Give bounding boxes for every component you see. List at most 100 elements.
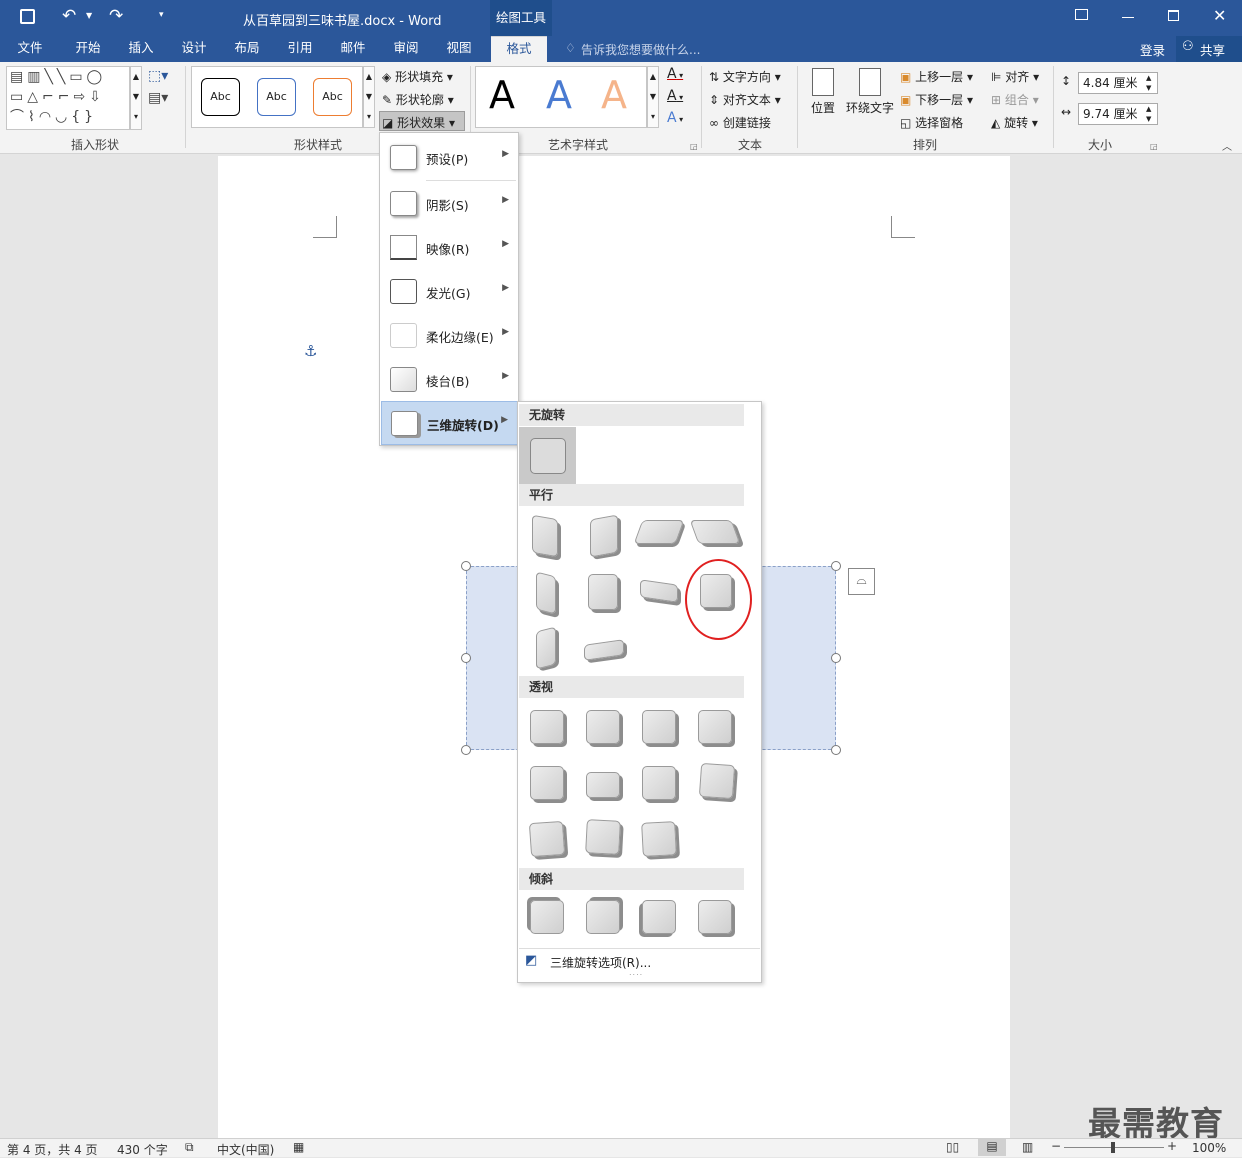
undo-icon[interactable]: ↶ bbox=[62, 6, 76, 26]
oblique-rotation-option[interactable] bbox=[530, 900, 564, 934]
customize-qat-icon[interactable]: ▾ bbox=[159, 10, 164, 20]
wordart-scroll-icon[interactable]: ▲ ▼ ▾ bbox=[647, 66, 659, 128]
tell-me-search[interactable]: 告诉我您想要做什么... bbox=[581, 41, 700, 58]
undo-dropdown-icon[interactable]: ▼ bbox=[86, 11, 92, 20]
menu-item-soft-edges[interactable]: 柔化边缘(E) ▶ bbox=[381, 314, 518, 356]
selection-pane-button[interactable]: ◱ 选择窗格 bbox=[900, 114, 963, 131]
shape-style-black[interactable]: Abc bbox=[201, 78, 240, 116]
maximize-icon[interactable] bbox=[1168, 10, 1179, 21]
save-icon[interactable] bbox=[20, 9, 35, 24]
perspective-rotation-option[interactable] bbox=[698, 762, 736, 800]
parallel-rotation-option[interactable] bbox=[640, 579, 678, 603]
shapes-gallery-scroll-icon[interactable]: ▲ ▼ ▾ bbox=[130, 66, 142, 130]
ribbon-display-options-icon[interactable] bbox=[1075, 9, 1088, 20]
rotate-button[interactable]: ◭ 旋转 ▾ bbox=[991, 114, 1038, 131]
menu-item-bevel[interactable]: 棱台(B) ▶ bbox=[381, 358, 518, 400]
wordart-gallery[interactable]: A A A bbox=[475, 66, 647, 128]
resize-handle-top-right[interactable] bbox=[831, 561, 841, 571]
word-count[interactable]: 430 个字 bbox=[117, 1141, 168, 1158]
tab-insert[interactable]: 插入 bbox=[119, 36, 163, 62]
tab-review[interactable]: 审阅 bbox=[384, 36, 428, 62]
oblique-rotation-option[interactable] bbox=[642, 900, 676, 934]
proofing-icon[interactable]: ⧉ bbox=[185, 1140, 194, 1155]
resize-handle-left[interactable] bbox=[461, 653, 471, 663]
perspective-rotation-option[interactable] bbox=[641, 821, 677, 857]
shape-effects-button[interactable]: ◪ 形状效果 ▾ bbox=[379, 111, 465, 131]
text-fill-icon[interactable]: A ▾ bbox=[667, 66, 683, 82]
tab-format[interactable]: 格式 bbox=[491, 36, 547, 62]
shape-outline-button[interactable]: ✎ 形状轮廓 ▾ bbox=[382, 91, 454, 108]
shape-styles-gallery[interactable]: Abc Abc Abc bbox=[191, 66, 363, 128]
shape-icons-row3[interactable]: ⌒⌇◠◡{} bbox=[10, 109, 97, 125]
tab-file[interactable]: 文件 bbox=[8, 36, 52, 62]
oblique-rotation-option[interactable] bbox=[586, 900, 620, 934]
text-outline-icon[interactable]: A ▾ bbox=[667, 88, 683, 104]
create-link-button[interactable]: ∞ 创建链接 bbox=[709, 114, 771, 131]
width-spinner-icon[interactable]: ▲ ▼ bbox=[1146, 104, 1151, 124]
parallel-rotation-option[interactable] bbox=[588, 574, 618, 610]
menu-item-3d-rotation[interactable]: 三维旋转(D) ▶ bbox=[381, 401, 518, 445]
resize-grip-icon[interactable]: .... bbox=[629, 968, 643, 977]
parallel-rotation-option[interactable] bbox=[536, 571, 556, 615]
shape-icons-row2[interactable]: ▭△⌐⌐⇨⇩ bbox=[10, 89, 105, 105]
tab-layout[interactable]: 布局 bbox=[225, 36, 269, 62]
align-button[interactable]: ⊫ 对齐 ▾ bbox=[991, 68, 1039, 85]
shape-styles-scroll-icon[interactable]: ▲ ▼ ▾ bbox=[363, 66, 375, 128]
tab-home[interactable]: 开始 bbox=[66, 36, 110, 62]
parallel-rotation-option[interactable] bbox=[536, 626, 556, 670]
perspective-rotation-option[interactable] bbox=[585, 819, 621, 855]
edit-shape-icon[interactable]: ⬚▾ bbox=[148, 68, 168, 84]
shape-icons-row1[interactable]: ▤▥╲╲▭◯ bbox=[10, 69, 106, 85]
shape-fill-button[interactable]: ◈ 形状填充 ▾ bbox=[382, 68, 453, 85]
align-text-button[interactable]: ⇕ 对齐文本 ▾ bbox=[709, 91, 781, 108]
oblique-rotation-option[interactable] bbox=[698, 900, 732, 934]
parallel-rotation-option[interactable] bbox=[532, 514, 558, 558]
menu-item-glow[interactable]: 发光(G) ▶ bbox=[381, 270, 518, 312]
text-effects-icon[interactable]: A ▾ bbox=[667, 110, 683, 126]
group-button[interactable]: ⊞ 组合 ▾ bbox=[991, 91, 1039, 108]
shape-style-blue[interactable]: Abc bbox=[257, 78, 296, 116]
shape-style-orange[interactable]: Abc bbox=[313, 78, 352, 116]
position-button[interactable]: 位置 bbox=[806, 68, 840, 116]
collapse-ribbon-icon[interactable]: ︿ bbox=[1222, 138, 1232, 153]
close-icon[interactable]: ✕ bbox=[1213, 6, 1226, 25]
text-box-icon[interactable]: ▤▾ bbox=[148, 90, 168, 106]
perspective-rotation-option[interactable] bbox=[528, 820, 566, 858]
resize-handle-bottom-right[interactable] bbox=[831, 745, 841, 755]
rotation-none-option[interactable] bbox=[519, 427, 576, 484]
read-mode-icon[interactable]: ▯▯ bbox=[946, 1140, 959, 1154]
zoom-out-icon[interactable]: − bbox=[1051, 1139, 1061, 1153]
perspective-rotation-option[interactable] bbox=[586, 772, 620, 798]
parallel-rotation-option[interactable] bbox=[584, 639, 624, 661]
wordart-black[interactable]: A bbox=[489, 73, 515, 117]
resize-handle-right[interactable] bbox=[831, 653, 841, 663]
wrap-text-button[interactable]: 环绕文字 bbox=[844, 68, 896, 116]
perspective-rotation-option[interactable] bbox=[698, 710, 732, 744]
wordart-orange[interactable]: A bbox=[601, 73, 627, 117]
size-dialog-launcher-icon[interactable]: ◲ bbox=[1150, 142, 1158, 151]
redo-icon[interactable]: ↷ bbox=[109, 6, 123, 26]
parallel-rotation-option[interactable] bbox=[590, 514, 618, 558]
web-layout-icon[interactable]: ▥ bbox=[1022, 1140, 1033, 1154]
tab-design[interactable]: 设计 bbox=[172, 36, 216, 62]
send-backward-button[interactable]: ▣ 下移一层 ▾ bbox=[900, 91, 973, 108]
zoom-slider-thumb[interactable] bbox=[1111, 1142, 1115, 1153]
perspective-rotation-option[interactable] bbox=[642, 710, 676, 744]
perspective-rotation-option[interactable] bbox=[642, 766, 676, 800]
text-direction-button[interactable]: ⇅ 文字方向 ▾ bbox=[709, 68, 781, 85]
zoom-in-icon[interactable]: + bbox=[1167, 1139, 1177, 1153]
perspective-rotation-option[interactable] bbox=[530, 710, 564, 744]
wordart-dialog-launcher-icon[interactable]: ◲ bbox=[690, 142, 698, 151]
language[interactable]: 中文(中国) bbox=[217, 1141, 274, 1158]
tab-mailings[interactable]: 邮件 bbox=[331, 36, 375, 62]
macro-icon[interactable]: ▦ bbox=[293, 1140, 304, 1154]
zoom-level[interactable]: 100% bbox=[1192, 1141, 1226, 1155]
tab-references[interactable]: 引用 bbox=[278, 36, 322, 62]
menu-item-shadow[interactable]: 阴影(S) ▶ bbox=[381, 182, 518, 224]
tab-view[interactable]: 视图 bbox=[437, 36, 481, 62]
shapes-gallery[interactable]: ▤▥╲╲▭◯ ▭△⌐⌐⇨⇩ ⌒⌇◠◡{} bbox=[6, 66, 130, 130]
perspective-rotation-option[interactable] bbox=[586, 710, 620, 744]
share-button[interactable]: ⚇ 共享 bbox=[1176, 36, 1242, 62]
perspective-rotation-option[interactable] bbox=[530, 766, 564, 800]
sign-in-link[interactable]: 登录 bbox=[1140, 40, 1165, 59]
